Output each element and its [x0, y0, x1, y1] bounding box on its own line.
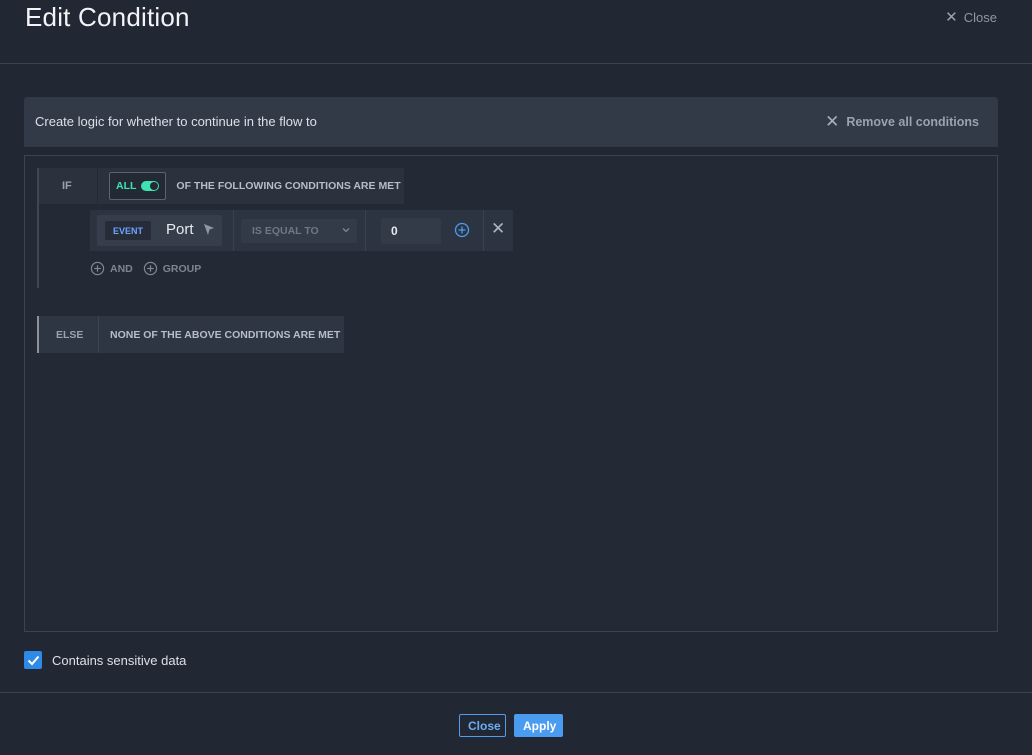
chevron-down-icon: [342, 228, 350, 233]
close-icon: ✕: [945, 9, 958, 26]
field-name: Port: [166, 221, 194, 238]
builder-header: Create logic for whether to continue in …: [24, 97, 998, 147]
condition-builder: IF ALL OF THE FOLLOWING CONDITIONS ARE M…: [24, 155, 998, 632]
header-close-button[interactable]: ✕ Close: [945, 10, 997, 25]
value-input[interactable]: [381, 218, 441, 244]
checkbox[interactable]: [24, 651, 42, 669]
apply-button[interactable]: Apply: [514, 714, 563, 737]
rule-divider: [365, 210, 366, 251]
rule-adders: AND GROUP: [90, 261, 201, 276]
match-mode-label: ALL: [116, 180, 137, 192]
if-condition-bar: ALL OF THE FOLLOWING CONDITIONS ARE MET: [98, 168, 404, 204]
add-and-button[interactable]: AND: [90, 261, 133, 276]
modal-title: Edit Condition: [25, 2, 190, 32]
close-icon: ✕: [825, 112, 840, 131]
modal-footer: Close Apply: [0, 692, 1032, 755]
add-circle-icon[interactable]: [454, 222, 470, 238]
conditions-text: OF THE FOLLOWING CONDITIONS ARE MET: [176, 180, 401, 192]
remove-all-conditions-button[interactable]: ✕ Remove all conditions: [825, 113, 979, 130]
add-circle-icon: [143, 261, 157, 276]
sensitive-data-checkbox[interactable]: Contains sensitive data: [24, 651, 186, 669]
add-group-button[interactable]: GROUP: [143, 261, 202, 276]
header-close-label: Close: [963, 10, 997, 25]
add-and-label: AND: [110, 262, 133, 275]
remove-all-label: Remove all conditions: [846, 114, 979, 129]
toggle-switch-icon: [141, 181, 160, 191]
event-badge: EVENT: [105, 221, 152, 240]
pointer-icon: [204, 224, 214, 235]
else-label: ELSE: [39, 316, 98, 353]
operator-label: IS EQUAL TO: [252, 225, 319, 237]
builder-description: Create logic for whether to continue in …: [35, 114, 317, 129]
sensitive-data-label: Contains sensitive data: [52, 652, 187, 668]
rule-divider: [233, 210, 234, 251]
operator-dropdown[interactable]: IS EQUAL TO: [241, 219, 357, 243]
rule-row: EVENT Port IS EQUAL TO ✕: [90, 210, 513, 251]
add-group-label: GROUP: [162, 262, 202, 275]
checkmark-icon: [27, 655, 39, 665]
match-mode-toggle[interactable]: ALL: [109, 172, 167, 200]
add-circle-icon: [90, 261, 105, 276]
if-label: IF: [39, 168, 97, 204]
close-button[interactable]: Close: [459, 714, 506, 737]
edit-condition-modal: Edit Condition ✕ Close Create logic for …: [0, 0, 1032, 755]
rule-divider: [483, 210, 484, 251]
else-text: NONE OF THE ABOVE CONDITIONS ARE MET: [98, 316, 344, 353]
field-selector[interactable]: EVENT Port: [97, 215, 222, 246]
modal-header: Edit Condition ✕ Close: [0, 0, 1032, 64]
remove-rule-icon[interactable]: ✕: [491, 220, 505, 237]
